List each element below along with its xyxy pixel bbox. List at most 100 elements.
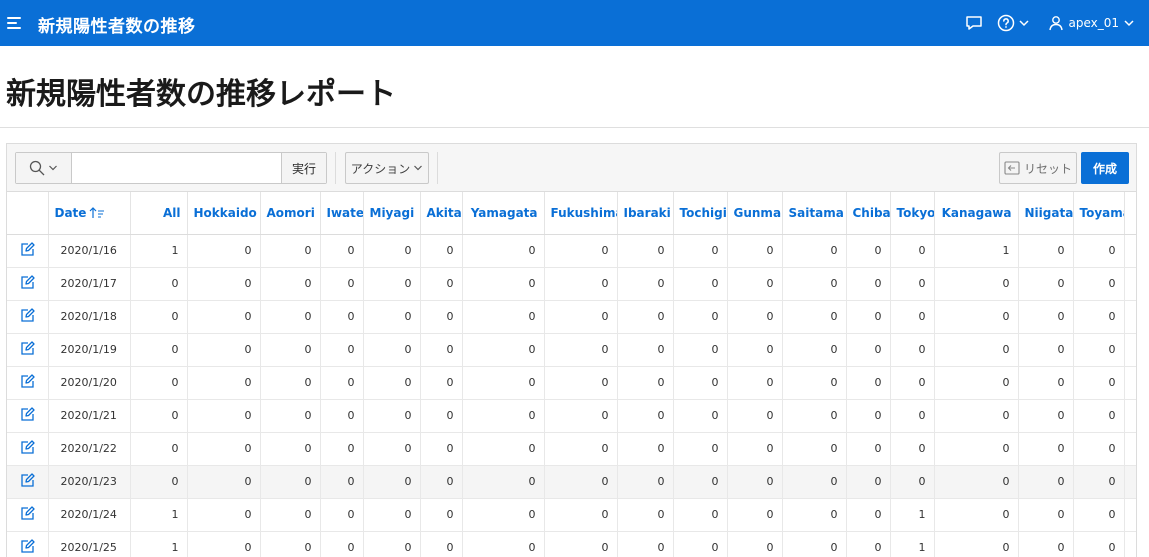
- edit-cell[interactable]: [7, 432, 49, 466]
- column-header-fukushima[interactable]: Fukushima: [544, 192, 618, 235]
- actions-menu-button[interactable]: アクション: [345, 152, 429, 184]
- value-cell: 0: [890, 465, 935, 499]
- sort-ascending-icon: [90, 206, 105, 218]
- edit-icon[interactable]: [20, 406, 35, 422]
- column-header-tokyo[interactable]: Tokyo: [890, 192, 935, 235]
- value-cell: 0: [727, 465, 783, 499]
- edit-cell[interactable]: [7, 300, 49, 334]
- value-cell: 0: [130, 267, 188, 301]
- edit-icon[interactable]: [20, 307, 35, 323]
- value-cell: 0: [617, 531, 674, 557]
- value-cell: 0: [187, 399, 261, 433]
- value-cell: 0: [782, 366, 847, 400]
- column-header-hokkaido[interactable]: Hokkaido: [187, 192, 261, 235]
- value-cell: 0: [187, 465, 261, 499]
- value-cell: 0: [934, 366, 1019, 400]
- nav-right: apex_01: [965, 0, 1149, 46]
- help-button[interactable]: [997, 14, 1030, 32]
- column-header-saitama[interactable]: Saitama: [782, 192, 847, 235]
- edit-cell[interactable]: [7, 366, 49, 400]
- value-cell: 0: [260, 366, 321, 400]
- edit-icon[interactable]: [20, 472, 35, 488]
- value-cell: 0: [187, 234, 261, 268]
- value-cell: 0: [420, 399, 463, 433]
- table-row: 2020/1/24 1 0 0 0 0 0 0 0 0 0 0 0 0 1 0 0 0: [7, 498, 1136, 532]
- table-row: 2020/1/23 0 0 0 0 0 0 0 0 0 0 0 0 0 0 0 0 0: [7, 465, 1136, 499]
- column-header-akita[interactable]: Akita: [420, 192, 463, 235]
- value-cell: 0: [846, 531, 891, 557]
- column-header-yamagata[interactable]: Yamagata: [462, 192, 545, 235]
- chevron-down-icon: [49, 165, 57, 171]
- go-button[interactable]: 実行: [281, 153, 326, 183]
- value-cell: [1124, 399, 1136, 433]
- date-cell: 2020/1/16: [48, 234, 131, 268]
- value-cell: 0: [890, 333, 935, 367]
- value-cell: [1124, 333, 1136, 367]
- column-header-date[interactable]: Date: [48, 192, 131, 235]
- app-title[interactable]: 新規陽性者数の推移: [38, 12, 196, 37]
- value-cell: [1124, 300, 1136, 334]
- reset-button[interactable]: リセット: [999, 152, 1077, 184]
- value-cell: 0: [363, 234, 421, 268]
- edit-cell[interactable]: [7, 333, 49, 367]
- column-header-toyama[interactable]: Toyama: [1073, 192, 1125, 235]
- value-cell: 0: [420, 498, 463, 532]
- value-cell: 0: [260, 300, 321, 334]
- search-input[interactable]: [72, 153, 281, 183]
- value-cell: 0: [890, 300, 935, 334]
- search-column-button[interactable]: [16, 153, 72, 183]
- create-button[interactable]: 作成: [1081, 152, 1129, 184]
- user-menu[interactable]: apex_01: [1048, 15, 1135, 31]
- column-header-chiba[interactable]: Chiba: [846, 192, 891, 235]
- edit-cell[interactable]: [7, 399, 49, 433]
- value-cell: 0: [320, 267, 364, 301]
- column-header-ibaraki[interactable]: Ibaraki: [617, 192, 674, 235]
- edit-icon[interactable]: [20, 241, 35, 257]
- value-cell: 0: [420, 432, 463, 466]
- value-cell: 0: [782, 399, 847, 433]
- edit-icon[interactable]: [20, 439, 35, 455]
- actions-label: アクション: [350, 161, 411, 176]
- value-cell: 0: [130, 399, 188, 433]
- value-cell: 0: [782, 465, 847, 499]
- value-cell: 0: [320, 300, 364, 334]
- value-cell: [1124, 531, 1136, 557]
- edit-cell[interactable]: [7, 498, 49, 532]
- value-cell: 0: [187, 333, 261, 367]
- column-header-all[interactable]: All: [130, 192, 188, 235]
- edit-cell[interactable]: [7, 465, 49, 499]
- edit-cell[interactable]: [7, 531, 49, 557]
- column-header-miyagi[interactable]: Miyagi: [363, 192, 421, 235]
- value-cell: 0: [1073, 366, 1125, 400]
- value-cell: 0: [890, 399, 935, 433]
- reset-icon: [1004, 161, 1020, 175]
- date-cell: 2020/1/23: [48, 465, 131, 499]
- column-header-iwate[interactable]: Iwate: [320, 192, 364, 235]
- value-cell: 0: [363, 267, 421, 301]
- edit-cell[interactable]: [7, 234, 49, 268]
- column-header-tochigi[interactable]: Tochigi: [673, 192, 728, 235]
- value-cell: 0: [420, 366, 463, 400]
- edit-cell[interactable]: [7, 267, 49, 301]
- value-cell: 0: [363, 399, 421, 433]
- table-row: 2020/1/19 0 0 0 0 0 0 0 0 0 0 0 0 0 0 0 0 0: [7, 333, 1136, 367]
- value-cell: 0: [320, 399, 364, 433]
- edit-icon[interactable]: [20, 538, 35, 554]
- column-header-aomori[interactable]: Aomori: [260, 192, 321, 235]
- column-header-kanagawa[interactable]: Kanagawa: [934, 192, 1019, 235]
- menu-icon[interactable]: [7, 16, 23, 30]
- column-header-gunma[interactable]: Gunma: [727, 192, 783, 235]
- column-header-isl[interactable]: Isl: [1124, 192, 1136, 235]
- edit-icon[interactable]: [20, 505, 35, 521]
- value-cell: 1: [890, 498, 935, 532]
- edit-icon[interactable]: [20, 373, 35, 389]
- edit-icon[interactable]: [20, 274, 35, 290]
- date-cell: 2020/1/19: [48, 333, 131, 367]
- edit-icon[interactable]: [20, 340, 35, 356]
- date-cell: 2020/1/20: [48, 366, 131, 400]
- chat-button[interactable]: [965, 15, 983, 31]
- column-header-niigata[interactable]: Niigata: [1018, 192, 1074, 235]
- value-cell: 0: [727, 300, 783, 334]
- value-cell: 0: [934, 531, 1019, 557]
- value-cell: 0: [544, 432, 618, 466]
